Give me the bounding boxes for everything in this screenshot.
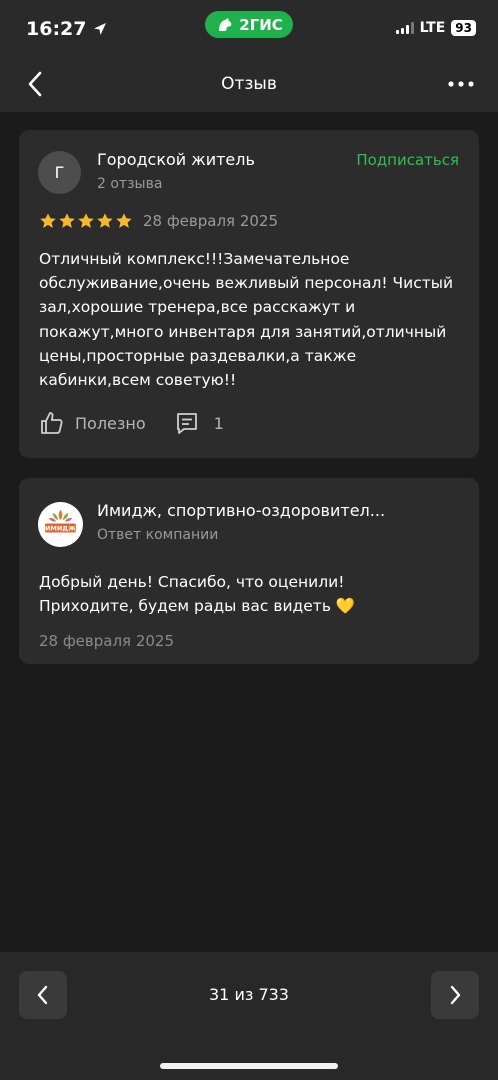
brand-badge: 2ГИС — [205, 11, 293, 38]
comment-icon — [176, 413, 197, 434]
reply-date: 28 февраля 2025 — [39, 632, 175, 650]
reply-role: Ответ компании — [97, 527, 219, 543]
star-icon — [59, 213, 75, 228]
author-name[interactable]: Городской житель — [97, 150, 255, 169]
review-date: 28 февраля 2025 — [143, 212, 279, 230]
company-logo[interactable]: ИМИДЖ — [38, 502, 83, 547]
company-reply-card: ИМИДЖ Имидж, спортивно-оздоровител... От… — [19, 478, 479, 664]
review-actions: Полезно 1 — [39, 410, 224, 436]
top-bar: 16:27 2ГИС LTE 93 Отзыв — [0, 0, 498, 112]
signal-icon — [395, 22, 414, 34]
author-avatar[interactable]: Г — [38, 151, 81, 194]
status-indicators: LTE 93 — [395, 20, 476, 36]
pagination-bar: 31 из 733 — [0, 952, 498, 1080]
page-title: Отзыв — [221, 74, 277, 94]
battery-level: 93 — [451, 20, 476, 36]
thumbs-up-icon — [41, 412, 63, 434]
star-icon — [78, 213, 94, 228]
reply-text: Добрый день! Спасибо, что оценили! Прихо… — [39, 573, 356, 615]
next-review-button[interactable] — [431, 971, 479, 1019]
status-time: 16:27 — [26, 18, 108, 40]
comments-count: 1 — [213, 413, 224, 433]
review-card: Г Городской житель 2 отзыва Подписаться … — [19, 130, 479, 458]
star-icon — [40, 213, 56, 228]
network-type: LTE — [419, 20, 446, 36]
more-options-icon[interactable] — [446, 72, 476, 96]
brand-name: 2ГИС — [239, 15, 283, 34]
company-name[interactable]: Имидж, спортивно-оздоровител... — [97, 501, 437, 520]
company-logo-text: ИМИДЖ — [45, 525, 76, 533]
status-time-text: 16:27 — [26, 18, 87, 40]
subscribe-button[interactable]: Подписаться — [356, 151, 459, 169]
useful-button[interactable]: Полезно — [39, 410, 146, 436]
comments-button[interactable]: 1 — [174, 410, 224, 436]
rating-row: 28 февраля 2025 — [39, 212, 278, 230]
star-icon — [116, 213, 132, 228]
page-counter: 31 из 733 — [209, 985, 289, 1004]
star-icon — [97, 213, 113, 228]
chevron-right-icon — [450, 985, 461, 1005]
company-logo-image: ИМИДЖ — [45, 510, 76, 533]
rating-stars — [39, 212, 133, 230]
home-indicator[interactable] — [160, 1063, 338, 1069]
brand-dog-icon — [219, 17, 232, 31]
review-text: Отличный комплекс!!!Замечательное обслуж… — [39, 250, 454, 390]
author-review-count: 2 отзыва — [97, 176, 163, 192]
useful-label: Полезно — [75, 413, 146, 433]
location-arrow-icon — [94, 23, 107, 35]
